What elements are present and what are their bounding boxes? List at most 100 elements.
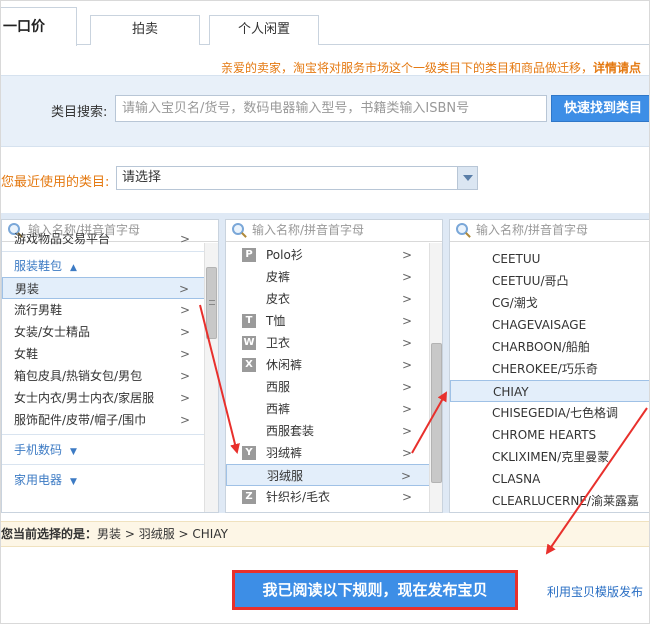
index-letter: Y [242, 446, 256, 460]
column3-filter-input[interactable]: 输入名称/拼音首字母 [450, 220, 649, 242]
list-item-label: T恤 [266, 314, 286, 328]
list-item-label: CG/潮戈 [492, 296, 538, 310]
list-item[interactable]: 箱包皮具/热销女包/男包 > [2, 365, 218, 387]
list-item[interactable]: 服饰配件/皮带/帽子/围巾 > [2, 409, 218, 431]
group-header-appliances[interactable]: 家用电器 ▼ [2, 469, 218, 491]
list-item-label: 女装/女士精品 [14, 325, 91, 339]
list-item-selected[interactable]: CHIAY [450, 380, 649, 402]
scrollbar-thumb[interactable] [431, 343, 442, 483]
list-item[interactable]: CHARBOON/船舶 [450, 336, 649, 358]
dropdown-arrow-icon[interactable] [457, 167, 477, 189]
tab-fixed-price[interactable]: 一口价 [1, 7, 77, 46]
list-item[interactable]: CHISEGEDIA/七色格调 [450, 402, 649, 424]
list-item[interactable]: W 卫衣 > [226, 332, 442, 354]
chevron-right-icon: > [179, 232, 190, 246]
list-item[interactable]: 流行男鞋 > [2, 299, 218, 321]
chevron-right-icon: > [401, 424, 412, 438]
list-item-label: 休闲裤 [266, 358, 303, 372]
list-item-label: 男装 [15, 282, 40, 296]
list-item[interactable]: CHEROKEE/巧乐奇 [450, 358, 649, 380]
list-item[interactable]: CG/潮戈 [450, 292, 649, 314]
chevron-right-icon: > [179, 347, 190, 361]
chevron-right-icon: > [401, 314, 412, 328]
list-item[interactable]: 西服套装 > [226, 420, 442, 442]
column1-scrollbar[interactable] [204, 243, 218, 512]
list-item-label: CHEROKEE/巧乐奇 [492, 362, 598, 376]
list-item[interactable]: CLASNA [450, 468, 649, 490]
list-item[interactable]: CEETUU [450, 248, 649, 270]
chevron-right-icon: > [179, 391, 190, 405]
column2-filter-input[interactable]: 输入名称/拼音首字母 [226, 220, 442, 242]
list-item[interactable]: CHAGEVAISAGE [450, 314, 649, 336]
publish-category-page: 一口价 拍卖 个人闲置 亲爱的卖家，淘宝将对服务市场这个一级类目下的类目和商品做… [0, 0, 650, 624]
list-item[interactable]: CLEARLUCERNE/渝莱露嘉 [450, 490, 649, 512]
list-item-label: 羽绒裤 [266, 446, 303, 460]
list-item-label: CLASNA [492, 472, 541, 486]
list-item[interactable]: X 休闲裤 > [226, 354, 442, 376]
group-label: 手机数码 [14, 443, 63, 457]
chevron-right-icon: > [400, 469, 411, 483]
chevron-right-icon: > [401, 292, 412, 306]
list-item-label: 西服套装 [266, 424, 315, 438]
list-item[interactable]: P Polo衫 > [226, 244, 442, 266]
list-item-label: CHAGEVAISAGE [492, 318, 587, 332]
chevron-right-icon: > [179, 303, 190, 317]
list-item[interactable]: 女鞋 > [2, 343, 218, 365]
category-search-input[interactable]: 请输入宝贝名/货号，数码电器输入型号，书籍类输入ISBN号 [115, 95, 547, 122]
list-item-selected[interactable]: 男装 > [2, 277, 218, 299]
list-item-selected[interactable]: 羽绒服 > [226, 464, 442, 486]
tab-personal-idle[interactable]: 个人闲置 [209, 15, 319, 45]
list-item-label: 皮衣 [266, 292, 291, 306]
chevron-right-icon: > [178, 282, 189, 296]
list-item[interactable]: 游戏物品交易平台 > [2, 230, 218, 248]
list-item-label: 针织衫/毛衣 [266, 490, 331, 504]
list-item-label: 流行男鞋 [14, 303, 63, 317]
list-item-label: 女士内衣/男士内衣/家居服 [14, 391, 155, 405]
chevron-right-icon: > [401, 358, 412, 372]
current-selection-bar: 您当前选择的是：男装 > 羽绒服 > CHIAY [1, 521, 649, 547]
list-item[interactable]: 女装/女士精品 > [2, 321, 218, 343]
chevron-right-icon: > [401, 248, 412, 262]
index-letter: X [242, 358, 256, 372]
list-item[interactable]: CKLIXIMEN/克里曼蒙 [450, 446, 649, 468]
category-search-label: 类目搜索: [51, 105, 108, 120]
chevron-right-icon: > [401, 270, 412, 284]
list-item[interactable]: CHROME HEARTS [450, 424, 649, 446]
index-letter: Z [242, 490, 256, 504]
triangle-up-icon: ▲ [70, 263, 77, 273]
list-item[interactable]: CEETUU/哥凸 [450, 270, 649, 292]
list-item-label: 皮裤 [266, 270, 291, 284]
list-item-label: CHISEGEDIA/七色格调 [492, 406, 619, 420]
magnifier-icon [232, 223, 244, 235]
category-column-brand: 输入名称/拼音首字母 CEETUU CEETUU/哥凸 CG/潮戈 CHAGEV… [449, 219, 649, 513]
tab-auction[interactable]: 拍卖 [90, 15, 200, 45]
list-item-label: CHARBOON/船舶 [492, 340, 590, 354]
quick-find-category-button[interactable]: 快速找到类目 [551, 95, 649, 122]
chevron-right-icon: > [401, 336, 412, 350]
list-item[interactable]: 皮裤 > [226, 266, 442, 288]
list-item-label: 羽绒服 [267, 469, 304, 483]
list-item[interactable]: Y 羽绒裤 > [226, 442, 442, 464]
list-item[interactable]: 皮衣 > [226, 288, 442, 310]
list-item[interactable]: 女士内衣/男士内衣/家居服 > [2, 387, 218, 409]
scrollbar-thumb[interactable] [206, 267, 217, 339]
publish-with-template-link[interactable]: 利用宝贝模版发布 [547, 583, 643, 600]
list-item-label: 女鞋 [14, 347, 39, 361]
list-item[interactable]: 西服 > [226, 376, 442, 398]
divider [2, 251, 218, 252]
list-item[interactable]: Z 针织衫/毛衣 > [226, 486, 442, 508]
notice-details-link[interactable]: 详情请点 [593, 61, 641, 75]
list-item[interactable]: T T恤 > [226, 310, 442, 332]
index-letter: T [242, 314, 256, 328]
group-header-apparel[interactable]: 服装鞋包 ▲ [2, 255, 218, 277]
group-header-mobile-digital[interactable]: 手机数码 ▼ [2, 439, 218, 461]
chevron-right-icon: > [179, 413, 190, 427]
chevron-right-icon: > [179, 369, 190, 383]
divider [2, 464, 218, 465]
column2-scrollbar[interactable] [429, 243, 442, 512]
tab-bar: 一口价 拍卖 个人闲置 [1, 1, 649, 46]
publish-item-button[interactable]: 我已阅读以下规则，现在发布宝贝 [232, 570, 518, 610]
list-item-label: 西裤 [266, 402, 291, 416]
list-item[interactable]: 西裤 > [226, 398, 442, 420]
recent-categories-select[interactable]: 请选择 [116, 166, 478, 190]
